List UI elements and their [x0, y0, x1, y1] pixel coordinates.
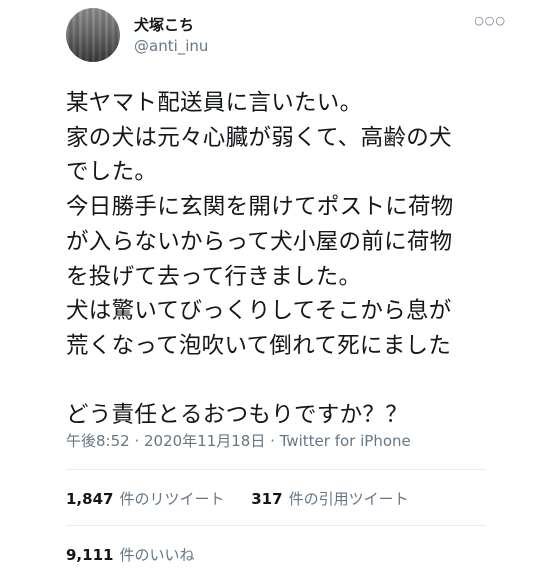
divider — [66, 525, 486, 526]
engagement-stats: 1,847 件のリツイート 317 件の引用ツイート — [66, 488, 409, 509]
quotes-stat[interactable]: 317 件の引用ツイート — [251, 490, 408, 508]
display-name[interactable]: 犬塚こち — [134, 14, 194, 35]
more-horizontal-icon[interactable]: ○○○ — [474, 14, 506, 27]
tweet-date[interactable]: 2020年11月18日 — [144, 432, 265, 450]
tweet-line: 犬は驚いてびっくりしてそこから息が — [66, 298, 452, 325]
quotes-label: 件の引用ツイート — [288, 490, 409, 508]
user-handle[interactable]: @anti_inu — [134, 37, 208, 55]
tweet-line: 某ヤマト配送員に言いたい。 — [66, 90, 363, 116]
meta-separator: · — [129, 432, 144, 450]
tweet-source[interactable]: Twitter for iPhone — [280, 432, 411, 450]
tweet-time[interactable]: 午後8:52 — [66, 432, 130, 450]
tweet-line: を投げて去って行きました。 — [66, 263, 362, 290]
tweet-line: が入らないからって犬小屋の前に荷物 — [66, 228, 453, 255]
tweet-line: 家の犬は元々心臓が弱くて、高齢の犬 — [66, 124, 452, 151]
likes-stats: 9,111 件のいいね — [66, 544, 194, 565]
likes-stat[interactable]: 9,111 件のいいね — [66, 546, 194, 564]
tweet-line: でした。 — [66, 159, 158, 186]
retweets-count: 1,847 — [66, 490, 114, 508]
divider — [66, 469, 486, 470]
retweets-stat[interactable]: 1,847 件のリツイート — [66, 490, 224, 508]
avatar[interactable] — [66, 8, 120, 62]
tweet-line: どう責任とるおつもりですか？？ — [66, 402, 409, 429]
likes-count: 9,111 — [66, 546, 114, 564]
retweets-label: 件のリツイート — [119, 490, 225, 508]
tweet-header: 犬塚こち @anti_inu ○○○ — [66, 8, 505, 64]
quotes-count: 317 — [251, 490, 283, 508]
meta-separator: · — [265, 432, 280, 450]
tweet-line: 荒くなって泡吹いて倒れて死にました — [66, 332, 452, 359]
tweet-text: 某ヤマト配送員に言いたい。 家の犬は元々心臓が弱くて、高齢の犬 でした。 今日勝… — [66, 86, 536, 433]
tweet-meta: 午後8:52 · 2020年11月18日 · Twitter for iPhon… — [66, 430, 411, 451]
likes-label: 件のいいね — [119, 546, 195, 564]
tweet-line: 今日勝手に玄関を開けてポストに荷物 — [66, 194, 454, 221]
